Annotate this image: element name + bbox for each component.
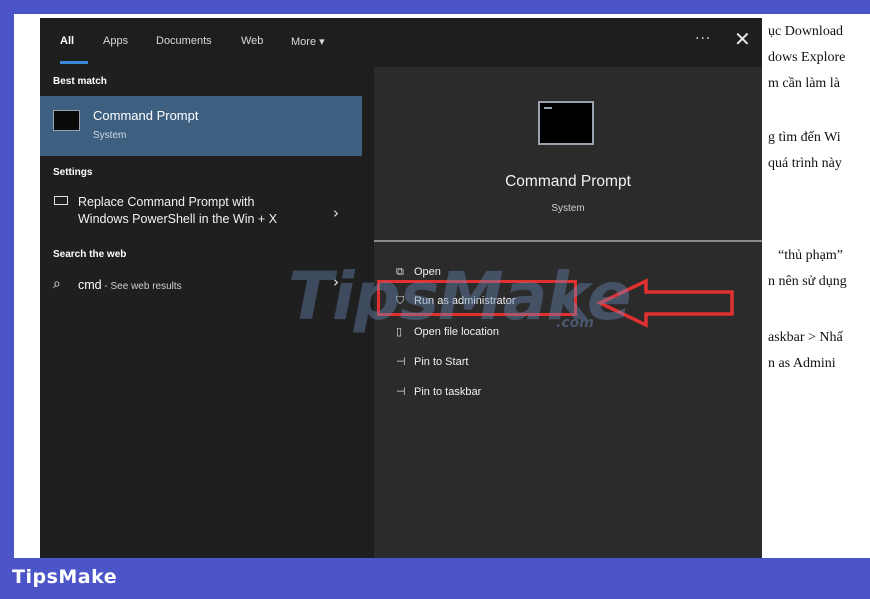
frame-border-left	[0, 0, 14, 599]
best-match-result[interactable]	[40, 96, 362, 156]
background-text-line: dows Explore	[768, 50, 846, 65]
settings-result-line2: Windows PowerShell in the Win + X	[78, 212, 278, 226]
watermark-suffix: .com	[556, 315, 594, 331]
background-text-line: n nên sử dụng	[768, 274, 847, 289]
search-tabs: All Apps Documents Web More ▾ ··· ✕	[40, 18, 762, 66]
detail-subtitle: System	[551, 203, 585, 214]
action-pin-to-taskbar[interactable]: ⊣ Pin to taskbar	[396, 385, 481, 398]
tab-web[interactable]: Web	[241, 35, 263, 47]
tab-documents[interactable]: Documents	[156, 35, 212, 47]
web-query: cmd	[78, 278, 102, 292]
more-options-icon[interactable]: ···	[695, 31, 711, 47]
monitor-icon	[54, 196, 68, 205]
settings-result[interactable]: Replace Command Prompt with Windows Powe…	[78, 194, 277, 228]
background-text-line: askbar > Nhấ	[768, 330, 843, 345]
search-icon: ⌕	[53, 276, 61, 292]
tab-all[interactable]: All	[60, 35, 74, 47]
pin-icon: ⊣	[396, 356, 406, 368]
section-best-match: Best match	[53, 76, 107, 87]
background-text-line: quá trình này	[768, 156, 842, 171]
action-label: Pin to taskbar	[414, 386, 482, 398]
background-text-line: n as Admini	[768, 356, 836, 371]
close-icon[interactable]: ✕	[734, 27, 751, 51]
settings-result-line1: Replace Command Prompt with	[78, 195, 255, 209]
command-prompt-icon	[53, 110, 80, 131]
background-text-line: ục Download	[768, 24, 844, 39]
active-tab-indicator	[60, 61, 88, 64]
best-match-subtitle: System	[93, 130, 127, 141]
best-match-title: Command Prompt	[93, 108, 199, 123]
section-search-web: Search the web	[53, 249, 127, 260]
footer-brand: TipsMake	[12, 566, 118, 588]
tab-apps[interactable]: Apps	[103, 35, 128, 47]
background-text-line: “thủ phạm”	[778, 248, 843, 263]
background-text-line: m cần làm là	[768, 76, 840, 91]
action-label: Pin to Start	[414, 356, 469, 368]
command-prompt-icon	[538, 101, 594, 145]
detail-title: Command Prompt	[505, 173, 631, 190]
frame-border-top	[0, 0, 870, 14]
chevron-right-icon[interactable]: ›	[333, 204, 339, 222]
pin-icon: ⊣	[396, 386, 406, 398]
tab-more[interactable]: More ▾	[291, 35, 325, 48]
web-search-result[interactable]: cmd - See web results	[78, 278, 182, 292]
section-settings: Settings	[53, 167, 93, 178]
action-pin-to-start[interactable]: ⊣ Pin to Start	[396, 355, 468, 368]
web-query-suffix: - See web results	[101, 281, 182, 292]
footer-bar	[0, 558, 870, 599]
detail-divider	[374, 240, 762, 242]
background-text-line: g tìm đến Wi	[768, 130, 841, 145]
